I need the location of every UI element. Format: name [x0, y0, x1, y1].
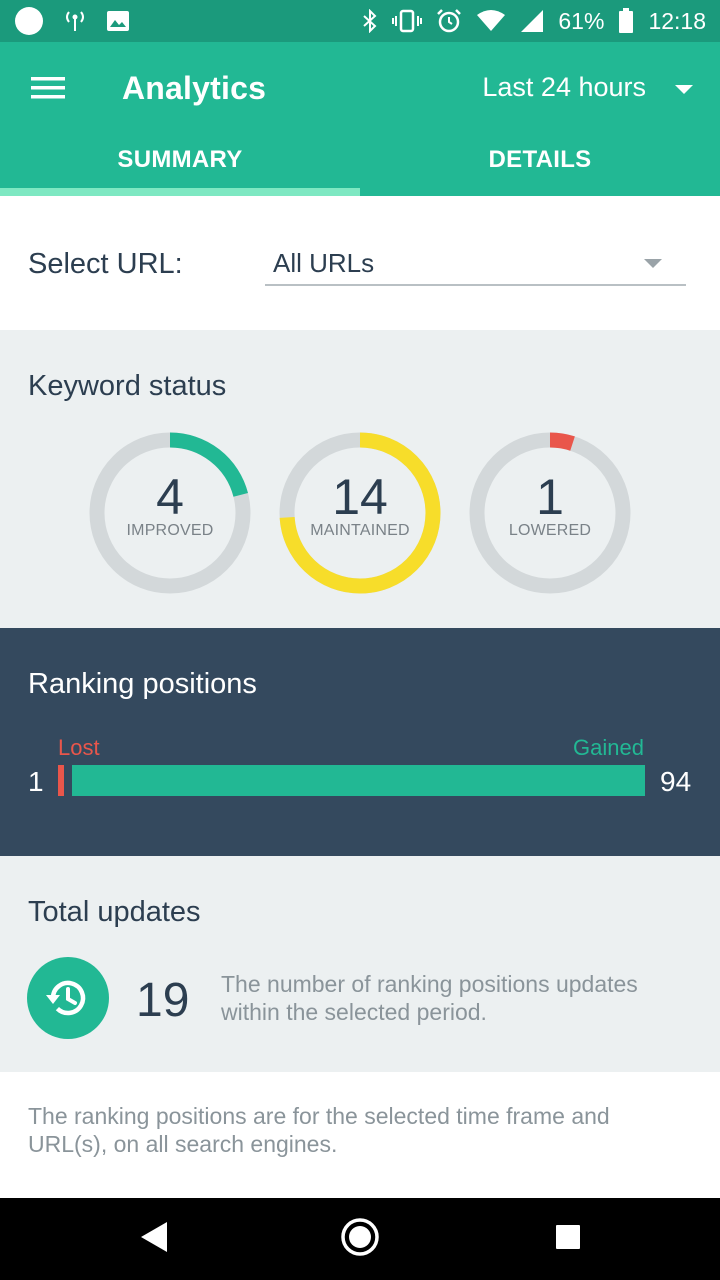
maintained-count: 14 [332, 469, 388, 525]
status-bar: 61% 12:18 [0, 0, 720, 42]
menu-button[interactable] [22, 68, 74, 112]
image-icon [106, 10, 130, 32]
keyword-status-section: Keyword status 4 IMPROVED 14 MAINTAINED … [0, 330, 720, 628]
tab-summary[interactable]: SUMMARY [0, 138, 360, 196]
lost-count: 1 [28, 766, 44, 797]
total-updates-title: Total updates [28, 896, 201, 928]
home-button[interactable] [336, 1216, 384, 1262]
lost-bar [58, 765, 64, 796]
tab-bar: SUMMARY DETAILS [0, 138, 720, 196]
circle-icon [14, 6, 44, 36]
tab-details[interactable]: DETAILS [360, 138, 720, 196]
ring-improved: 4 IMPROVED [87, 430, 253, 596]
ranking-positions-section: Ranking positions Lost Gained 1 94 [0, 628, 720, 856]
back-icon [139, 1221, 169, 1258]
back-button[interactable] [130, 1216, 178, 1262]
system-nav-bar [0, 1198, 720, 1280]
total-updates-count: 19 [136, 974, 190, 1027]
hamburger-menu-icon [31, 76, 65, 105]
maintained-label: MAINTAINED [310, 522, 410, 539]
signal-icon [520, 9, 544, 33]
page-title: Analytics [122, 70, 267, 106]
improved-label: IMPROVED [126, 522, 214, 539]
lowered-label: LOWERED [508, 522, 592, 539]
keyword-status-title: Keyword status [28, 370, 227, 402]
url-select[interactable]: All URLs [265, 242, 686, 286]
ring-maintained: 14 MAINTAINED [277, 430, 443, 596]
time-range-value: Last 24 hours [482, 72, 646, 102]
dropdown-arrow-icon [644, 256, 662, 274]
ranking-positions-title: Ranking positions [28, 668, 257, 700]
lost-label: Lost [58, 735, 100, 760]
battery-icon [618, 8, 634, 34]
app-bar: Analytics Last 24 hours SUMMARY DETAILS [0, 42, 720, 196]
bluetooth-icon [362, 9, 378, 33]
url-select-value: All URLs [273, 248, 375, 278]
vibrate-icon [392, 9, 423, 33]
url-filter-label: Select URL: [28, 248, 183, 280]
lowered-count: 1 [536, 469, 564, 525]
total-updates-section: Total updates 19 The number of ranking p… [0, 856, 720, 1072]
gained-label: Gained [573, 735, 644, 760]
total-updates-description: The number of ranking positions updates … [221, 971, 638, 1025]
wifi-icon [476, 9, 506, 33]
gained-count: 94 [660, 766, 692, 797]
ring-lowered: 1 LOWERED [467, 430, 633, 596]
history-icon [27, 957, 109, 1039]
home-icon [340, 1217, 380, 1262]
url-filter: Select URL: All URLs [0, 196, 720, 330]
clock: 12:18 [648, 7, 706, 34]
recents-icon [555, 1224, 581, 1255]
gained-bar [72, 765, 645, 796]
footnote-section: The ranking positions are for the select… [0, 1072, 720, 1198]
recents-button[interactable] [544, 1216, 592, 1262]
alarm-icon [436, 8, 462, 34]
battery-percent: 61% [558, 7, 605, 34]
improved-count: 4 [156, 469, 184, 525]
antenna-icon [64, 9, 86, 33]
time-range-dropdown[interactable]: Last 24 hours [482, 72, 694, 103]
dropdown-arrow-icon [674, 72, 694, 103]
footnote-text: The ranking positions are for the select… [28, 1103, 610, 1157]
